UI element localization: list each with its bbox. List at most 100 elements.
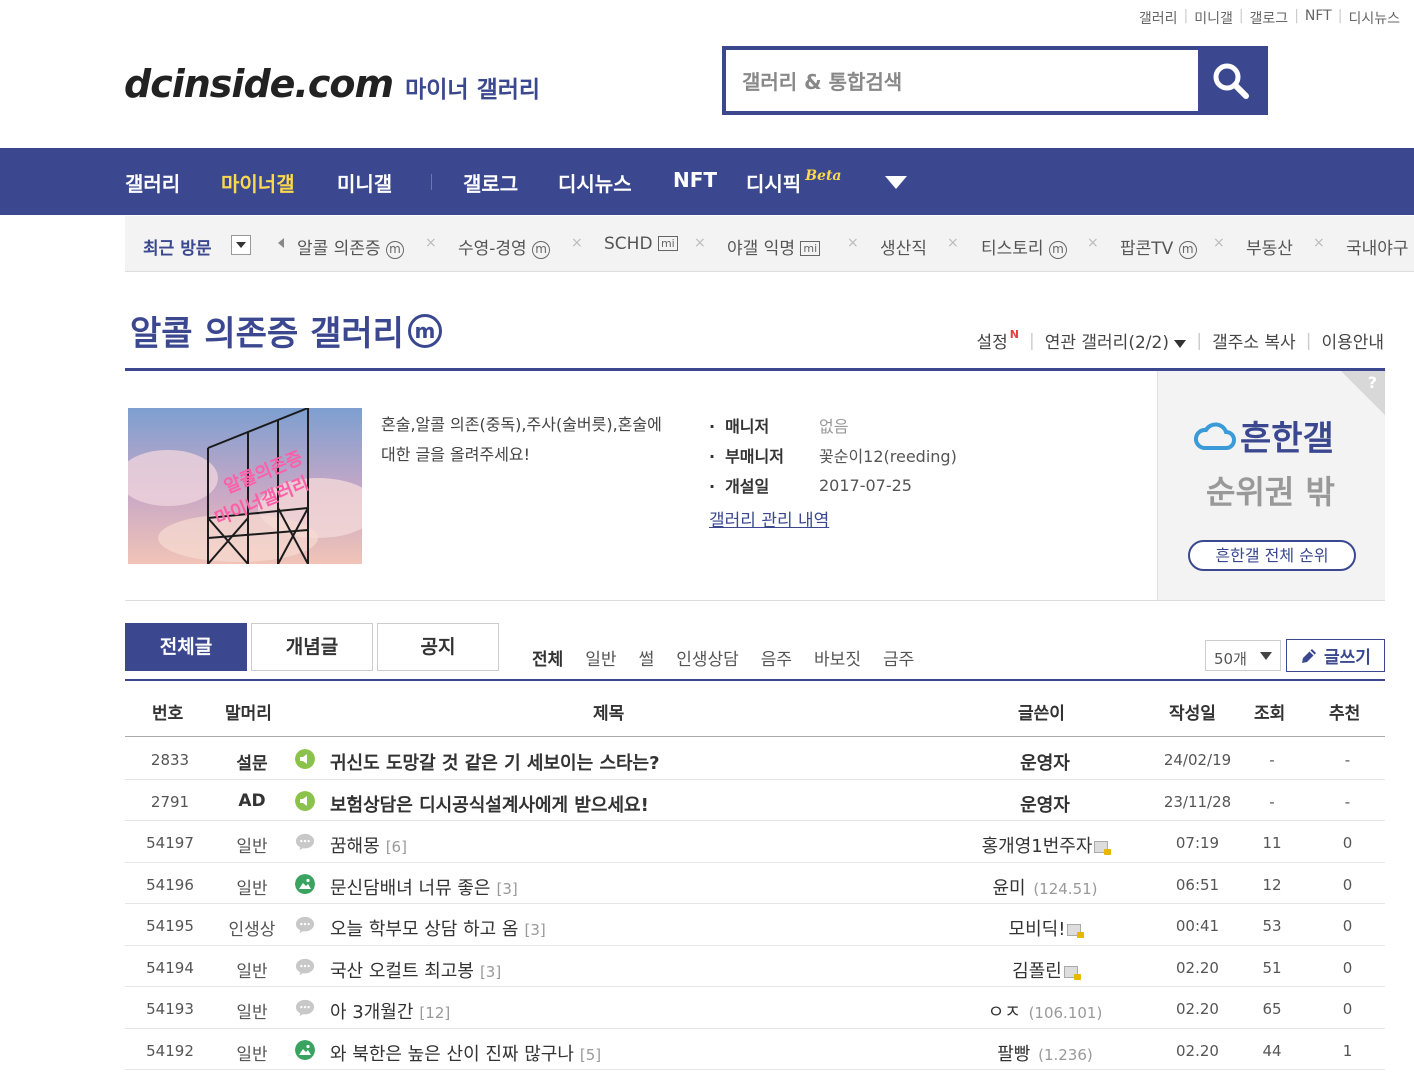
- top-link-nft[interactable]: NFT: [1305, 8, 1332, 28]
- post-writer[interactable]: 운영자: [905, 791, 1185, 817]
- recent-item[interactable]: 수영-경영 m: [458, 234, 551, 259]
- table-row[interactable]: 54194 일반 국산 오컬트 최고봉 [3] 김폴린 02.20 51 0: [125, 946, 1385, 987]
- post-title[interactable]: 귀신도 도망갈 것 같은 기 세보이는 스타는?: [330, 749, 660, 775]
- recent-dropdown[interactable]: [231, 235, 251, 255]
- nav-gallery[interactable]: 갤러리: [125, 168, 180, 197]
- post-views: 44: [1262, 1041, 1282, 1060]
- post-title[interactable]: 오늘 학부모 상담 하고 옴 [3]: [330, 915, 546, 941]
- close-icon[interactable]: ×: [1087, 235, 1099, 251]
- post-title[interactable]: 와 북한은 높은 산이 진짜 많구나 [5]: [330, 1040, 601, 1066]
- tab-all-posts[interactable]: 전체글: [125, 623, 247, 671]
- post-writer[interactable]: 팔빵 (1.236): [905, 1040, 1185, 1066]
- recent-item[interactable]: 부동산: [1246, 234, 1293, 259]
- post-writer[interactable]: 윤미 (124.51): [905, 874, 1185, 900]
- site-logo[interactable]: dcinside.com 마이너 갤러리: [124, 62, 540, 106]
- recent-label: 최근 방문: [143, 239, 212, 259]
- head-general[interactable]: 일반: [585, 645, 616, 670]
- submanager-label: 부매니저: [709, 443, 819, 467]
- post-title[interactable]: 보험상담은 디시공식설계사에게 받으세요!: [330, 791, 649, 817]
- reply-count[interactable]: [6]: [386, 838, 407, 856]
- search-button[interactable]: [1198, 50, 1264, 111]
- writer-name: 팔빵: [997, 1043, 1031, 1065]
- col-head: 말머리: [225, 704, 272, 724]
- reply-count[interactable]: [3]: [496, 880, 517, 898]
- recent-item[interactable]: 생산직: [880, 234, 927, 259]
- close-icon[interactable]: ×: [847, 235, 859, 251]
- head-story[interactable]: 썰: [639, 645, 655, 670]
- table-row[interactable]: 54196 일반 문신담배녀 너뮤 좋은 [3] 윤미 (124.51) 06:51 12 0: [125, 863, 1385, 904]
- close-icon[interactable]: ×: [571, 235, 583, 251]
- write-button[interactable]: 글쓰기: [1286, 639, 1385, 672]
- guide-link[interactable]: 이용안내: [1321, 328, 1384, 353]
- nav-mini-gallery[interactable]: 미니갤: [337, 168, 392, 197]
- reply-count[interactable]: [5]: [580, 1046, 601, 1064]
- nav-minor-gallery[interactable]: 마이너갤: [221, 168, 295, 197]
- post-title[interactable]: 아 3개월간 [12]: [330, 998, 450, 1024]
- reply-count[interactable]: [3]: [480, 963, 501, 981]
- head-quit[interactable]: 금주: [883, 645, 914, 670]
- head-drinking[interactable]: 음주: [761, 645, 792, 670]
- recent-item[interactable]: SCHD mi: [604, 234, 678, 254]
- recent-visits-bar: 최근 방문 알콜 의존증 m × 수영-경영 m × SCHD mi × 야갤 …: [125, 216, 1414, 272]
- head-fool[interactable]: 바보짓: [814, 645, 861, 670]
- recent-item[interactable]: 팝콘TV m: [1120, 234, 1197, 259]
- table-row[interactable]: 54193 일반 아 3개월간 [12] ㅇㅈ (106.101) 02.20 65 0: [125, 987, 1385, 1029]
- post-title-text: 보험상담은 디시공식설계사에게 받으세요!: [330, 794, 649, 816]
- speaker-icon: [295, 749, 315, 769]
- help-corner[interactable]: [1341, 371, 1385, 415]
- fixed-nick-icon: [1063, 965, 1081, 980]
- copy-address-link[interactable]: 갤주소 복사: [1212, 328, 1296, 353]
- close-icon[interactable]: ×: [425, 235, 437, 251]
- gallery-title[interactable]: 알콜 의존증 갤러리 m: [130, 306, 442, 355]
- reply-count[interactable]: [12]: [419, 1004, 450, 1022]
- top-link-minigal[interactable]: 미니갤: [1194, 8, 1233, 28]
- top-link-gallery[interactable]: 갤러리: [1139, 8, 1178, 28]
- gallery-history-link[interactable]: 갤러리 관리 내역: [709, 506, 957, 531]
- tab-notice[interactable]: 공지: [377, 623, 499, 671]
- table-row[interactable]: 2833 설문 귀신도 도망갈 것 같은 기 세보이는 스타는? 운영자 24/02/1…: [125, 738, 1385, 780]
- recent-item[interactable]: 야갤 익명 mi: [727, 234, 821, 259]
- head-all[interactable]: 전체: [532, 645, 563, 670]
- recent-item[interactable]: 알콜 의존증 m: [297, 234, 405, 259]
- col-title: 제목: [593, 704, 625, 724]
- list-count-select[interactable]: 50개: [1205, 640, 1281, 671]
- rank-all-button[interactable]: 흔한갤 전체 순위: [1188, 540, 1356, 571]
- tab-recommended[interactable]: 개념글: [251, 623, 373, 671]
- nav-dcpick[interactable]: 디시픽 Beta: [746, 168, 841, 197]
- nav-nft[interactable]: NFT: [673, 168, 717, 192]
- close-icon[interactable]: ×: [1313, 235, 1325, 251]
- post-title[interactable]: 국산 오컬트 최고봉 [3]: [330, 957, 501, 983]
- nav-more-icon[interactable]: [885, 176, 907, 190]
- search-input[interactable]: 갤러리 & 통합검색: [726, 50, 1198, 111]
- table-row[interactable]: 54192 일반 와 북한은 높은 산이 진짜 많구나 [5] 팔빵 (1.236) 02…: [125, 1029, 1385, 1070]
- top-link-news[interactable]: 디시뉴스: [1348, 8, 1400, 28]
- close-icon[interactable]: ×: [947, 235, 959, 251]
- related-gallery-link[interactable]: 연관 갤러리(2/2): [1045, 328, 1187, 353]
- recent-item[interactable]: 티스토리 m: [981, 234, 1067, 259]
- recent-item[interactable]: 국내야구: [1346, 234, 1409, 259]
- reply-count[interactable]: [3]: [525, 921, 546, 939]
- post-writer[interactable]: 홍개영1번주자: [905, 832, 1185, 858]
- post-title[interactable]: 꿈해몽 [6]: [330, 832, 407, 858]
- submanager-value[interactable]: 꽃순이12(reeding): [819, 443, 957, 467]
- settings-link[interactable]: 설정 N: [976, 328, 1019, 353]
- table-row[interactable]: 2791 AD 보험상담은 디시공식설계사에게 받으세요! 운영자 23/11/28 - -: [125, 780, 1385, 821]
- head-life[interactable]: 인생상담: [676, 645, 739, 670]
- close-icon[interactable]: ×: [1213, 235, 1225, 251]
- post-writer[interactable]: 모비딕!: [905, 915, 1185, 941]
- gallery-title-text: 알콜 의존증 갤러리: [130, 314, 404, 354]
- close-icon[interactable]: ×: [694, 235, 706, 251]
- post-writer[interactable]: ㅇㅈ (106.101): [905, 998, 1185, 1024]
- post-title[interactable]: 문신담배녀 너뮤 좋은 [3]: [330, 874, 518, 900]
- table-row[interactable]: 54195 인생상 오늘 학부모 상담 하고 옴 [3] 모비딕! 00:41 53 0: [125, 904, 1385, 946]
- post-head: 일반: [236, 961, 268, 982]
- post-list: 2833 설문 귀신도 도망갈 것 같은 기 세보이는 스타는? 운영자 24/02/1…: [125, 738, 1385, 1070]
- post-writer[interactable]: 김폴린: [905, 957, 1185, 983]
- post-writer[interactable]: 운영자: [905, 749, 1185, 775]
- top-link-gallog[interactable]: 갤로그: [1250, 8, 1289, 28]
- recent-prev-icon[interactable]: [273, 238, 284, 248]
- table-row[interactable]: 54197 일반 꿈해몽 [6] 홍개영1번주자 07:19 11 0: [125, 821, 1385, 863]
- nav-gallog[interactable]: 갤로그: [463, 168, 518, 197]
- post-title-text: 국산 오컬트 최고봉: [330, 960, 474, 982]
- nav-news[interactable]: 디시뉴스: [558, 168, 632, 197]
